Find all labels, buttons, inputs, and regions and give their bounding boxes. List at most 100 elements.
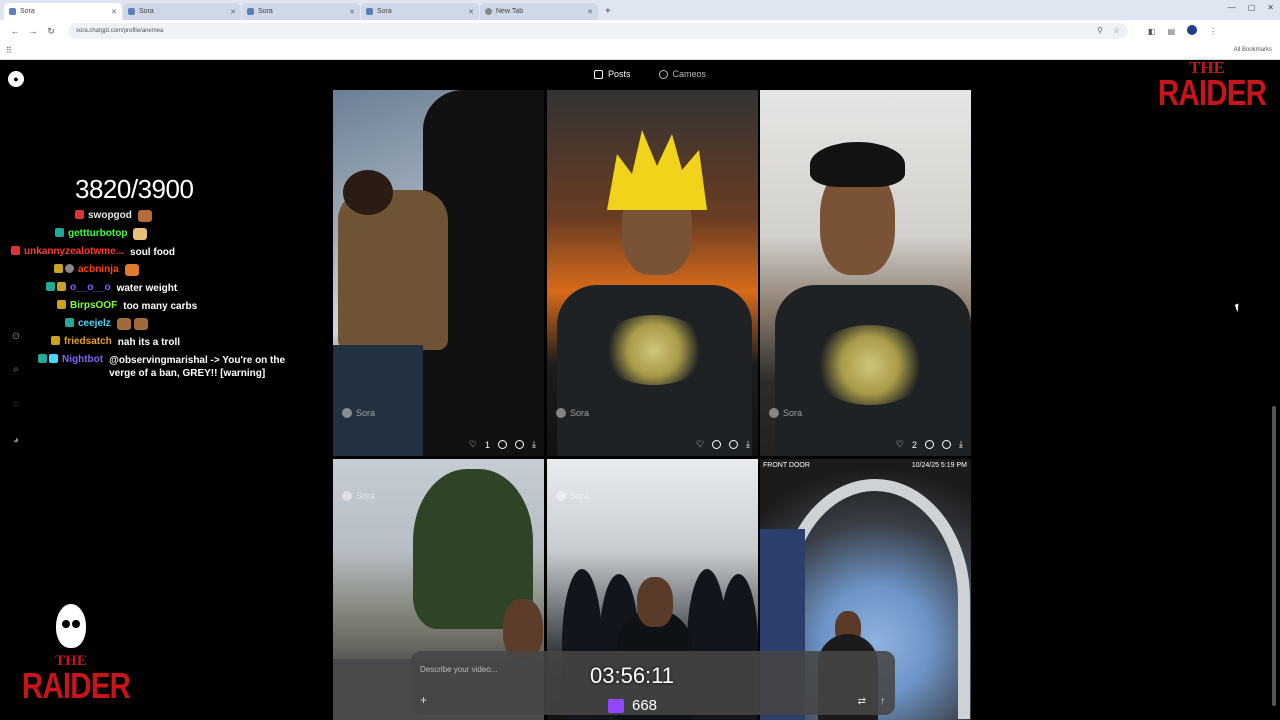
browser-tab[interactable]: Sora ✕	[361, 3, 479, 20]
mouse-cursor-icon	[1234, 303, 1242, 313]
tab-cameos[interactable]: Cameos	[658, 69, 706, 79]
search-nav-icon[interactable]: ⌕	[9, 364, 23, 378]
chat-message: swopgod	[50, 210, 152, 223]
sora-favicon-icon	[128, 8, 135, 15]
all-bookmarks-link[interactable]: All Bookmarks	[1234, 47, 1272, 53]
chat-message: gettturbotop	[30, 228, 148, 241]
submit-arrow-icon[interactable]: ↑	[880, 696, 885, 707]
chat-text: water weight	[116, 283, 178, 294]
tab-label: Posts	[608, 69, 631, 79]
browser-tab[interactable]: New Tab ✕	[480, 3, 598, 20]
tab-posts[interactable]: Posts	[594, 69, 631, 79]
like-heart-icon[interactable]: ♡	[696, 439, 704, 450]
sora-watermark: Sora	[342, 491, 375, 501]
browser-tab-bar: Sora ✕ Sora ✕ Sora ✕ Sora ✕ New Tab ✕ + …	[0, 0, 1280, 20]
chat-username: acbninja	[78, 264, 119, 275]
close-tab-icon[interactable]: ✕	[230, 8, 236, 16]
apps-grid-icon[interactable]: ⠿	[6, 46, 12, 55]
chat-text: too many carbs	[123, 301, 198, 312]
camera-timestamp: 10/24/25 5:19 PM	[911, 462, 967, 469]
maximize-icon[interactable]: ▢	[1248, 3, 1256, 12]
minimize-icon[interactable]: —	[1228, 3, 1236, 12]
sora-logo-icon[interactable]: ●	[8, 71, 24, 87]
twitch-viewers-icon	[608, 698, 624, 713]
camera-label: FRONT DOOR	[763, 462, 810, 469]
emote-icon	[133, 228, 148, 241]
chat-text: soul food	[130, 247, 176, 258]
bookmark-star-icon[interactable]: ☆	[1113, 26, 1120, 35]
sora-favicon-icon	[9, 8, 16, 15]
emote-icon	[133, 318, 148, 331]
remix-icon[interactable]	[942, 440, 952, 449]
chat-message: BirpsOOF too many carbs	[32, 300, 197, 313]
reload-icon[interactable]: ↻	[42, 26, 60, 37]
settings-toggle-icon[interactable]: ⇄	[858, 696, 866, 707]
viewer-count: 668	[608, 697, 657, 714]
post-actions: ♡ ⤓	[696, 439, 750, 450]
browser-tab[interactable]: Sora ✕	[4, 3, 122, 20]
tab-title: Sora	[20, 8, 35, 15]
sora-favicon-icon	[247, 8, 254, 15]
mask-icon	[56, 604, 86, 648]
menu-icon[interactable]: ⋮	[1209, 27, 1217, 36]
video-post-tile[interactable]: Sora ♡ 1 ⤓	[333, 90, 544, 456]
sora-watermark: Sora	[769, 408, 802, 418]
badge-icon	[57, 282, 66, 291]
post-actions: ♡ 1 ⤓	[469, 439, 536, 450]
profile-nav-icon[interactable]: ◕	[9, 435, 23, 449]
comment-icon[interactable]	[712, 440, 722, 449]
badge-icon	[65, 318, 74, 327]
close-tab-icon[interactable]: ✕	[587, 8, 593, 16]
prompt-placeholder: Describe your video...	[420, 665, 498, 674]
remix-icon[interactable]	[729, 440, 739, 449]
like-count: 1	[485, 439, 491, 450]
download-icon[interactable]: ⤓	[959, 439, 963, 450]
add-attachment-icon[interactable]: +	[420, 693, 427, 707]
remix-icon[interactable]	[515, 440, 525, 449]
sora-watermark: Sora	[556, 491, 589, 501]
download-icon[interactable]: ⤓	[746, 439, 750, 450]
raider-logo: THE RAIDER	[1157, 58, 1267, 113]
chat-message: acbninja	[40, 264, 139, 277]
browser-tab[interactable]: Sora ✕	[123, 3, 241, 20]
video-nav-icon[interactable]: ⊙	[9, 331, 23, 345]
badge-icon	[49, 354, 58, 363]
like-count: 2	[912, 439, 918, 450]
close-tab-icon[interactable]: ✕	[111, 8, 117, 16]
chat-username: BirpsOOF	[70, 300, 118, 311]
url-text: sora.chatgpt.com/profile/anemea	[76, 28, 164, 34]
forward-icon[interactable]: →	[24, 26, 42, 36]
search-icon[interactable]: ⚲	[1097, 26, 1103, 35]
extension-icon[interactable]: ◧	[1148, 27, 1156, 36]
comment-icon[interactable]	[498, 440, 508, 449]
comment-icon[interactable]	[925, 440, 935, 449]
browser-tab[interactable]: Sora ✕	[242, 3, 360, 20]
new-tab-icon[interactable]: +	[605, 3, 611, 20]
video-post-tile[interactable]: Sora ♡ 2 ⤓	[760, 90, 971, 456]
download-icon[interactable]: ⤓	[532, 439, 536, 450]
video-post-tile[interactable]: Sora ♡ ⤓	[547, 90, 758, 456]
chat-username: o__o__o	[70, 282, 111, 293]
emote-icon	[124, 264, 139, 277]
profile-avatar-icon[interactable]	[1187, 25, 1198, 37]
close-tab-icon[interactable]: ✕	[468, 8, 474, 16]
chat-text: nah its a troll	[117, 337, 181, 348]
spiky-hair-image	[607, 130, 707, 210]
chat-text: @observingmarishal -> You're on the verg…	[109, 355, 286, 379]
like-heart-icon[interactable]: ♡	[896, 439, 904, 450]
notifications-nav-icon[interactable]: ◌	[9, 399, 23, 413]
posts-icon	[594, 69, 603, 79]
sidebar-icon[interactable]: ▤	[1168, 27, 1176, 36]
chat-message: unkannyzealotwme... soul food	[0, 246, 175, 259]
url-input[interactable]: sora.chatgpt.com/profile/anemea ⚲ ☆	[68, 23, 1128, 39]
chat-username: ceejelz	[78, 318, 111, 329]
close-window-icon[interactable]: ✕	[1267, 3, 1274, 12]
sora-watermark: Sora	[556, 408, 589, 418]
close-tab-icon[interactable]: ✕	[349, 8, 355, 16]
page-scrollbar[interactable]	[1272, 406, 1276, 706]
stream-timer: 03:56:11	[590, 663, 675, 688]
like-heart-icon[interactable]: ♡	[469, 439, 477, 450]
back-icon[interactable]: ←	[6, 26, 24, 36]
badge-icon	[51, 336, 60, 345]
emote-icon	[116, 318, 131, 331]
